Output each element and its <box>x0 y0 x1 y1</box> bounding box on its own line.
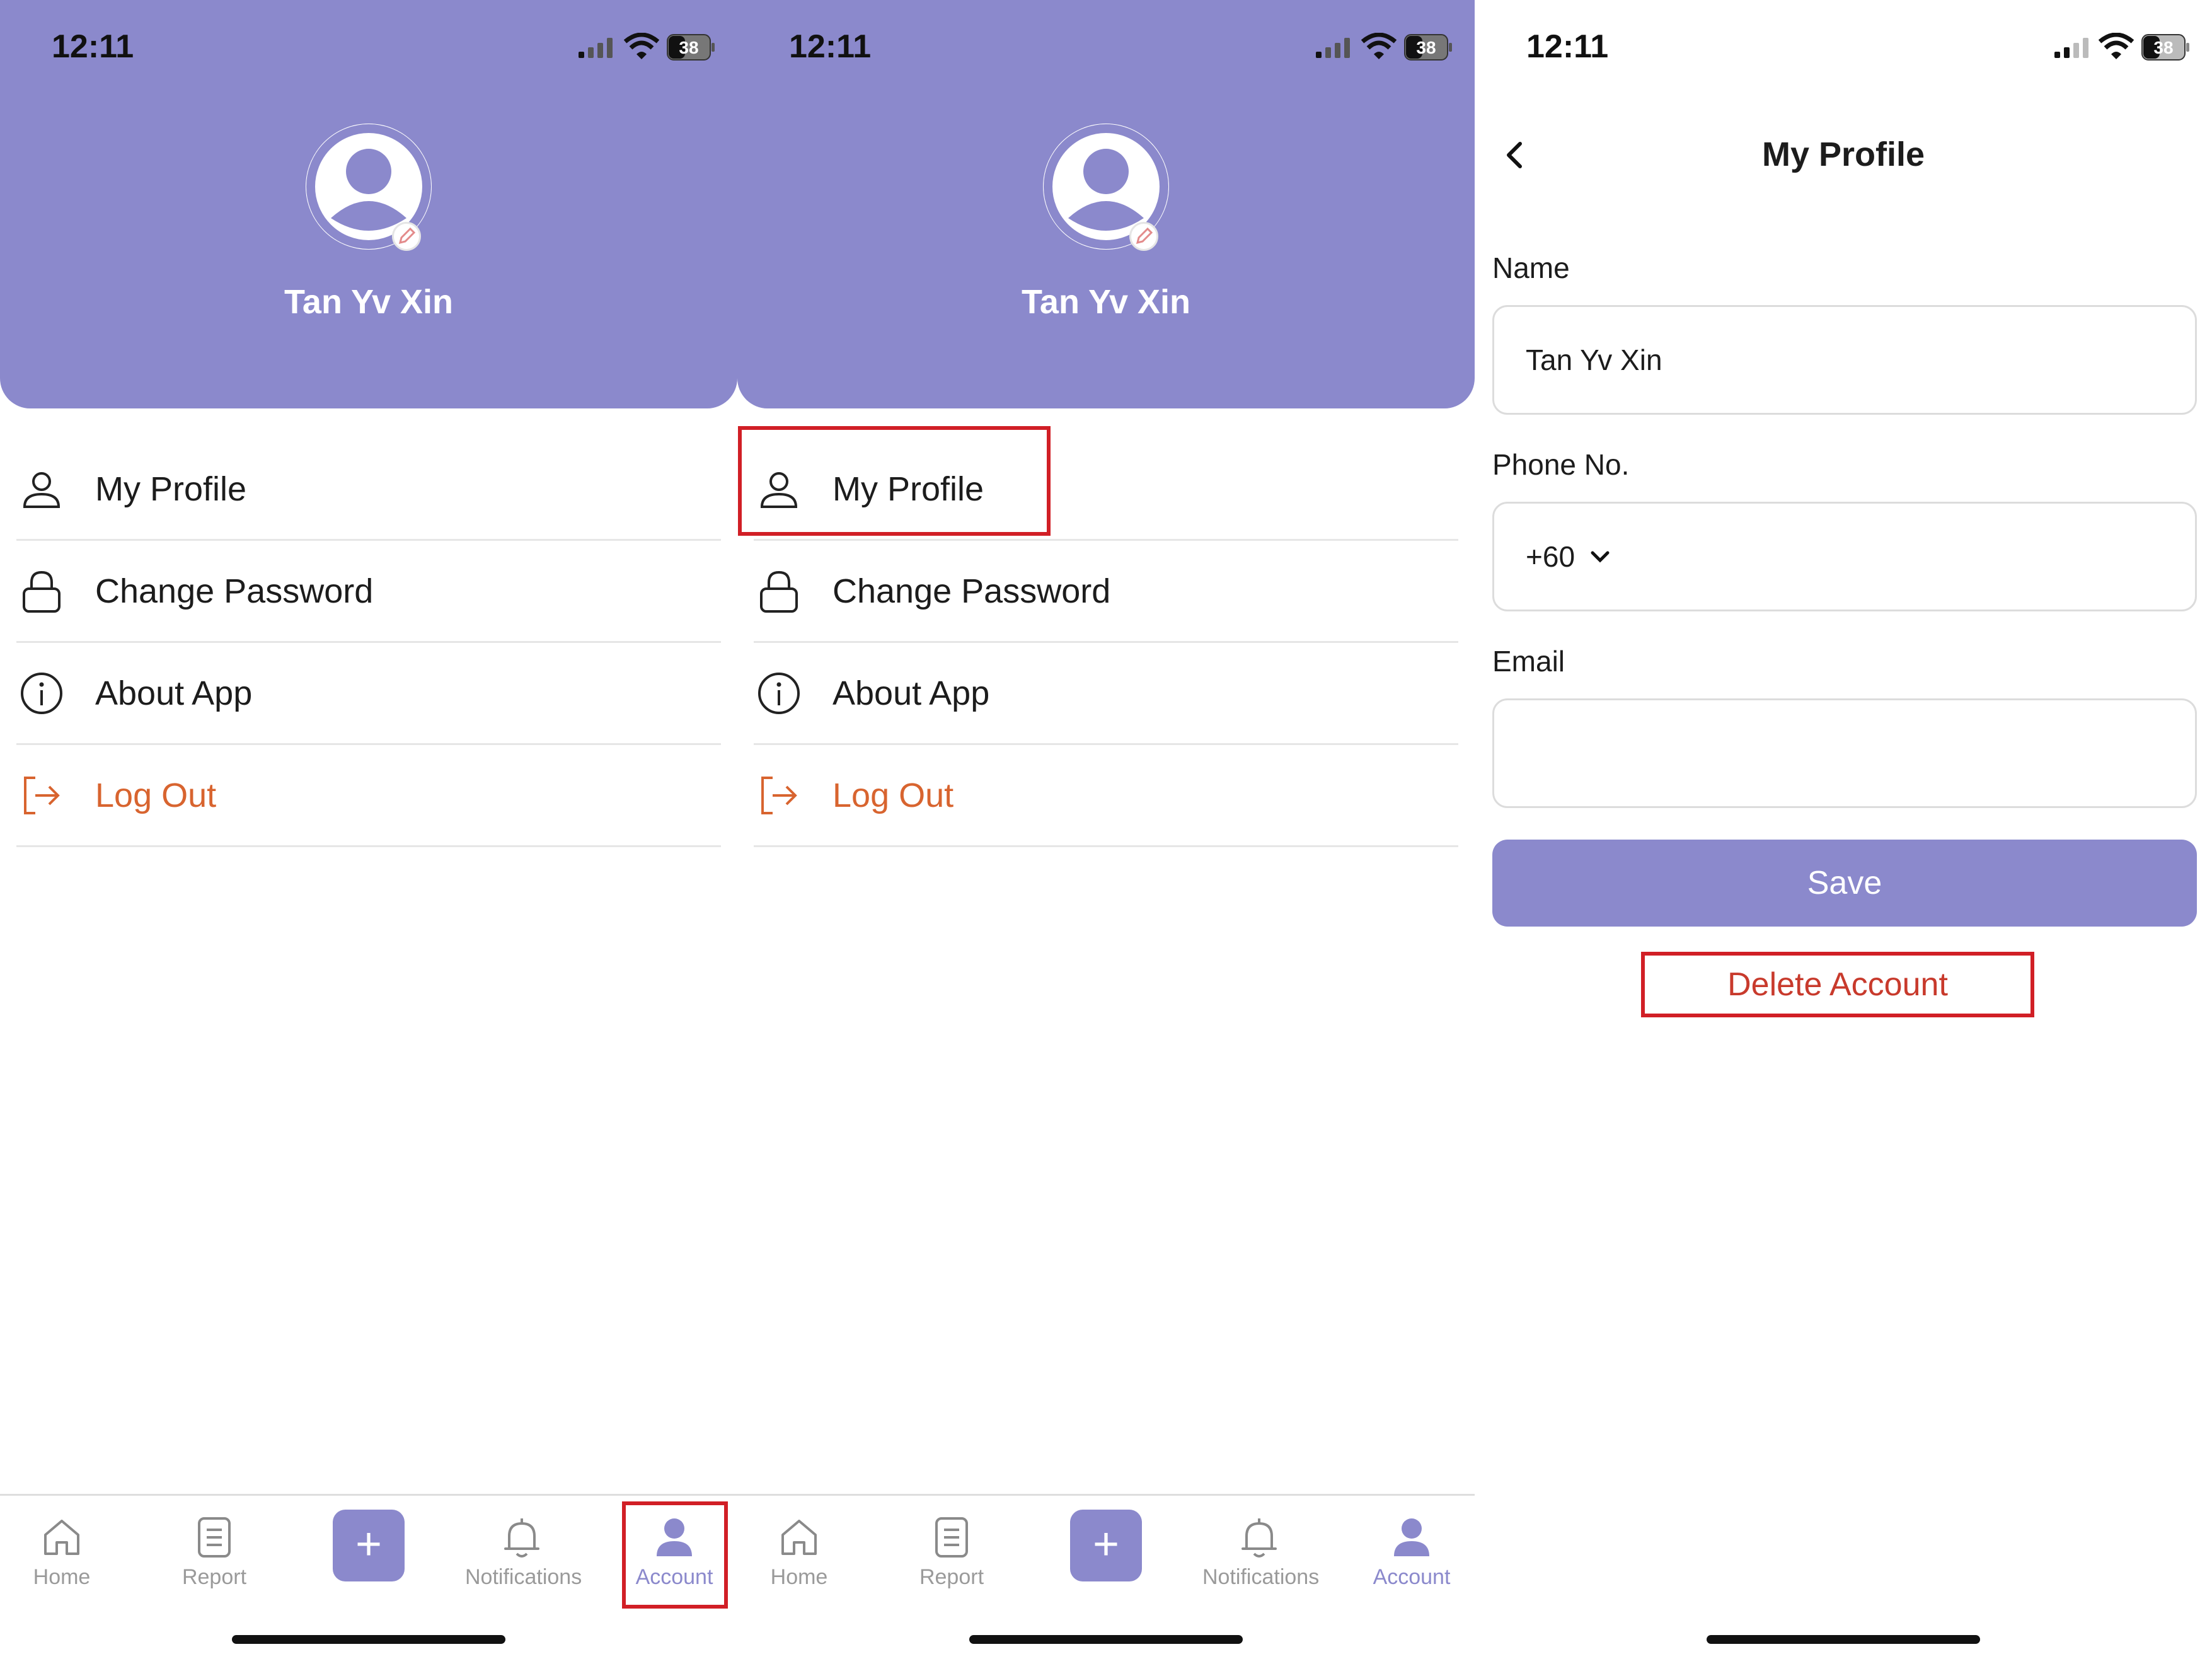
menu-label: About App <box>95 674 253 712</box>
info-icon <box>758 672 800 714</box>
battery-icon: 38 <box>667 34 715 61</box>
home-indicator <box>232 1635 505 1644</box>
battery-icon: 38 <box>1404 34 1452 61</box>
home-indicator <box>1707 1635 1980 1644</box>
chevron-down-icon[interactable] <box>1587 544 1613 569</box>
menu-item-about-app[interactable]: About App <box>754 643 1458 745</box>
edit-avatar-icon[interactable] <box>392 222 421 251</box>
lock-icon <box>760 570 798 613</box>
bell-icon <box>1241 1518 1277 1558</box>
status-bar: 12:11 38 <box>1475 0 2212 95</box>
tab-account[interactable]: Account <box>1355 1496 1468 1622</box>
tab-label: Notifications <box>1202 1565 1320 1589</box>
tab-notifications[interactable]: Notifications <box>465 1496 582 1622</box>
menu-label: Change Password <box>95 572 374 610</box>
tab-home[interactable]: Home <box>5 1496 118 1622</box>
tab-label: Home <box>33 1565 91 1589</box>
logout-icon <box>24 776 60 814</box>
menu-label: Log Out <box>832 776 954 814</box>
add-button[interactable]: + <box>333 1510 405 1581</box>
email-label: Email <box>1492 645 1565 678</box>
status-time: 12:11 <box>789 28 872 65</box>
report-icon <box>198 1517 231 1558</box>
account-icon <box>1394 1518 1429 1556</box>
bell-icon <box>504 1518 539 1558</box>
add-button[interactable]: + <box>1070 1510 1142 1581</box>
svg-text:38: 38 <box>679 38 698 57</box>
user-name: Tan Yv Xin <box>1021 283 1191 321</box>
menu-item-log-out[interactable]: Log Out <box>16 745 721 847</box>
highlight-my-profile <box>738 426 1051 536</box>
tab-label: Report <box>919 1565 984 1589</box>
wifi-icon <box>2099 33 2134 59</box>
home-icon <box>781 1520 817 1555</box>
wifi-icon <box>624 33 659 59</box>
menu-label: Change Password <box>832 572 1111 610</box>
account-screen-1: Tan Yv Xin 12:11 38 My Profile Change Pa… <box>0 0 737 1659</box>
battery-icon: 38 <box>2141 34 2189 61</box>
report-icon <box>935 1517 968 1558</box>
email-field[interactable] <box>1492 698 2197 808</box>
menu-item-log-out[interactable]: Log Out <box>754 745 1458 847</box>
save-button[interactable]: Save <box>1492 840 2197 927</box>
my-profile-screen: 12:11 38 My Profile Name Tan Yv Xin Phon… <box>1475 0 2212 1659</box>
country-code-select[interactable]: +60 <box>1526 540 1575 574</box>
tab-notifications[interactable]: Notifications <box>1202 1496 1320 1622</box>
status-bar: 12:11 38 <box>0 0 737 95</box>
info-icon <box>21 672 62 714</box>
svg-text:38: 38 <box>2153 38 2173 57</box>
tab-bar: Home Report + Notifications Account <box>737 1494 1475 1659</box>
logout-icon <box>761 776 797 814</box>
wifi-icon <box>1361 33 1397 59</box>
phone-label: Phone No. <box>1492 448 1630 481</box>
lock-icon <box>23 570 60 613</box>
svg-text:38: 38 <box>1416 38 1436 57</box>
page-title: My Profile <box>1761 136 1925 173</box>
menu-item-change-password[interactable]: Change Password <box>16 541 721 643</box>
cellular-signal-icon <box>1316 38 1350 58</box>
user-icon <box>23 471 60 508</box>
menu-item-my-profile[interactable]: My Profile <box>16 439 721 541</box>
highlight-delete-account <box>1641 952 2034 1017</box>
tab-label: Report <box>181 1565 247 1589</box>
status-time: 12:11 <box>52 28 134 65</box>
tab-label: Home <box>770 1565 828 1589</box>
highlight-tab-account <box>622 1501 728 1609</box>
menu-label: Log Out <box>95 776 217 814</box>
cellular-signal-icon <box>579 38 613 58</box>
tab-label: Notifications <box>465 1565 582 1589</box>
menu-item-change-password[interactable]: Change Password <box>754 541 1458 643</box>
tab-report[interactable]: Report <box>158 1496 271 1622</box>
cellular-signal-icon <box>2054 38 2088 58</box>
tab-label: Account <box>1373 1565 1451 1589</box>
name-value: Tan Yv Xin <box>1526 344 1662 376</box>
name-label: Name <box>1492 251 1570 284</box>
menu-label: About App <box>832 674 990 712</box>
tab-report[interactable]: Report <box>895 1496 1008 1622</box>
name-field[interactable]: Tan Yv Xin <box>1492 305 2197 415</box>
status-bar: 12:11 38 <box>737 0 1475 95</box>
home-icon <box>44 1520 79 1555</box>
menu-item-about-app[interactable]: About App <box>16 643 721 745</box>
menu-label: My Profile <box>95 470 247 508</box>
user-name: Tan Yv Xin <box>284 283 454 321</box>
account-screen-2: Tan Yv Xin 12:11 38 My Profile Change Pa… <box>737 0 1475 1659</box>
status-time: 12:11 <box>1526 28 1609 65</box>
edit-avatar-icon[interactable] <box>1129 222 1158 251</box>
tab-home[interactable]: Home <box>742 1496 856 1622</box>
home-indicator <box>969 1635 1243 1644</box>
phone-field[interactable]: +60 <box>1492 502 2197 611</box>
